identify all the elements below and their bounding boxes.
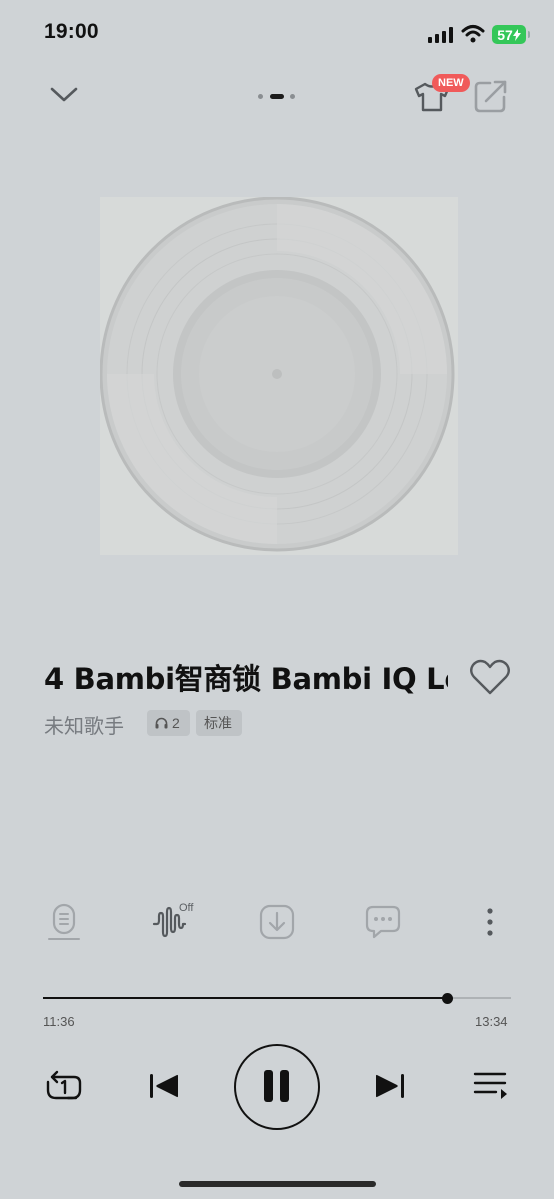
wifi-icon xyxy=(461,25,485,43)
share-icon xyxy=(474,80,507,113)
total-time: 13:34 xyxy=(475,1014,508,1029)
progress-bar[interactable] xyxy=(43,997,511,999)
previous-icon xyxy=(150,1074,178,1098)
page-dot xyxy=(258,94,263,99)
share-button[interactable] xyxy=(472,78,510,114)
more-button[interactable] xyxy=(480,906,500,938)
song-title-container: 4 Bambi智商锁 Bambi IQ Lock xyxy=(44,657,448,701)
progress-fill xyxy=(43,997,448,999)
pause-icon xyxy=(264,1070,289,1102)
vinyl-record[interactable] xyxy=(100,197,456,555)
chevron-down-icon xyxy=(50,87,78,102)
battery-indicator: 57 xyxy=(492,25,530,44)
battery-level: 57 xyxy=(497,26,513,43)
artist-name[interactable]: 未知歌手 xyxy=(44,710,124,739)
lyrics-icon xyxy=(48,903,80,940)
lyrics-button[interactable] xyxy=(48,903,80,941)
progress-thumb[interactable] xyxy=(442,993,454,1004)
repeat-one-icon xyxy=(46,1070,82,1100)
previous-track-button[interactable] xyxy=(146,1068,182,1104)
download-button[interactable] xyxy=(259,904,295,940)
elapsed-time: 11:36 xyxy=(43,1014,75,1029)
status-time: 19:00 xyxy=(44,20,99,43)
heart-icon xyxy=(470,659,510,695)
charging-bolt-icon xyxy=(512,28,521,41)
playlist-button[interactable] xyxy=(472,1070,508,1102)
more-vertical-icon xyxy=(487,908,493,936)
song-title: 4 Bambi智商锁 Bambi IQ Lock xyxy=(44,662,448,696)
new-badge: NEW xyxy=(432,74,470,92)
quality-tag[interactable]: 标准 xyxy=(196,710,242,736)
collapse-button[interactable] xyxy=(48,80,80,108)
next-icon xyxy=(376,1074,404,1098)
next-track-button[interactable] xyxy=(372,1068,408,1104)
listeners-tag[interactable]: 2 xyxy=(147,710,190,736)
comment-button[interactable] xyxy=(364,904,402,940)
comment-icon xyxy=(365,905,401,939)
play-pause-button[interactable] xyxy=(234,1044,320,1130)
quality-label: 标准 xyxy=(204,715,232,731)
soundwave-state-label: Off xyxy=(179,902,194,914)
headphones-icon xyxy=(155,717,168,729)
like-button[interactable] xyxy=(468,656,512,698)
download-icon xyxy=(259,904,295,940)
playlist-icon xyxy=(473,1072,507,1099)
page-dot-active xyxy=(270,94,284,99)
cellular-signal-icon xyxy=(428,27,453,43)
page-indicator[interactable] xyxy=(256,92,298,100)
home-indicator xyxy=(179,1181,376,1187)
repeat-one-button[interactable] xyxy=(44,1068,84,1104)
listeners-count: 2 xyxy=(172,715,180,731)
page-dot xyxy=(290,94,295,99)
